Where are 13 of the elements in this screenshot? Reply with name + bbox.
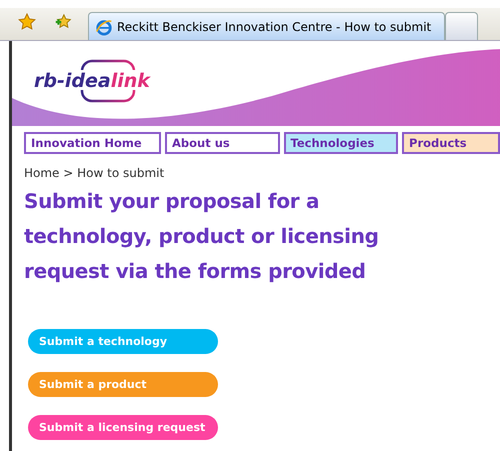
browser-page-icon xyxy=(95,18,113,36)
nav-tab[interactable]: Innovation Home xyxy=(24,132,161,154)
page-heading: Submit your proposal for a technology, product or licensing request via the forms provided xyxy=(24,188,380,285)
nav-tab[interactable]: Technologies xyxy=(284,132,398,154)
logo[interactable]: rb-idealink xyxy=(30,58,160,104)
submit-button[interactable]: Submit a licensing request xyxy=(28,415,218,440)
breadcrumb: Home > How to submit xyxy=(24,166,166,180)
browser-tab[interactable]: Reckitt Benckiser Innovation Centre - How to submit xyxy=(88,12,445,40)
favorites-star-icon[interactable] xyxy=(18,13,36,31)
nav-tab[interactable]: About us xyxy=(164,132,280,154)
nav-tab[interactable]: Products xyxy=(402,132,500,154)
add-favorite-icon[interactable] xyxy=(54,13,72,31)
browser-tab[interactable] xyxy=(445,12,478,40)
